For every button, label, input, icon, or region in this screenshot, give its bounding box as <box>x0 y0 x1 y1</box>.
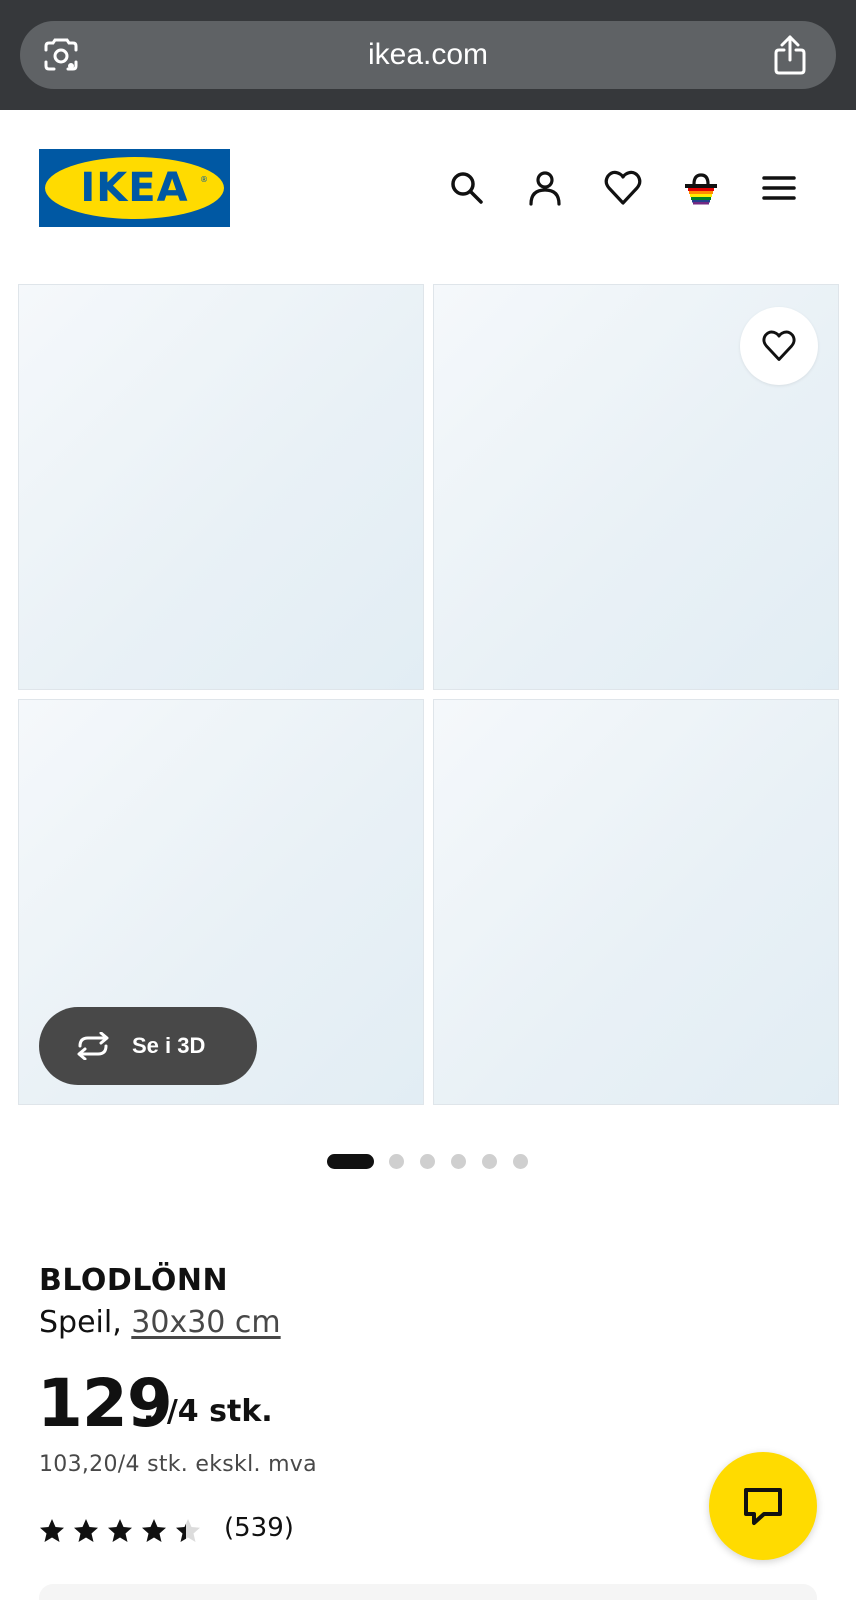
carousel-dot[interactable] <box>389 1154 404 1169</box>
product-description: Speil, 30x30 cm <box>39 1305 281 1340</box>
address-bar[interactable]: ikea.com <box>20 21 836 89</box>
carousel-dot[interactable] <box>451 1154 466 1169</box>
user-icon[interactable] <box>525 168 565 208</box>
carousel-dot[interactable] <box>513 1154 528 1169</box>
chat-button[interactable] <box>709 1452 817 1560</box>
shopping-bag-icon[interactable] <box>681 168 721 208</box>
mirror-tile <box>18 284 424 690</box>
star-icon <box>74 1519 98 1542</box>
add-to-favorites-button[interactable] <box>740 307 818 385</box>
view-in-3d-label: Se i 3D <box>132 1033 206 1058</box>
next-section-card <box>39 1584 817 1600</box>
logo-text: IKEA <box>80 165 189 211</box>
view-in-3d-button[interactable]: Se i 3D <box>39 1007 257 1085</box>
price-excl-vat: 103,20/4 stk. ekskl. mva <box>39 1452 317 1477</box>
star-half-icon <box>176 1519 200 1542</box>
search-icon[interactable] <box>447 168 487 208</box>
url-text[interactable]: ikea.com <box>20 21 836 89</box>
price-suffix: ,-/4 stk. <box>143 1394 273 1429</box>
product-size-link[interactable]: 30x30 cm <box>131 1305 280 1340</box>
share-icon[interactable] <box>772 34 808 76</box>
star-icon <box>40 1519 64 1542</box>
rotate-icon <box>77 1032 109 1060</box>
star-icon <box>108 1519 132 1542</box>
mirror-tile <box>433 699 839 1105</box>
carousel-dot-active[interactable] <box>327 1154 374 1169</box>
logo-registered-mark: ® <box>200 175 208 184</box>
menu-icon[interactable] <box>759 168 799 208</box>
carousel-dot[interactable] <box>420 1154 435 1169</box>
product-name: BLODLÖNN <box>39 1263 229 1298</box>
browser-toolbar: ikea.com <box>0 0 856 110</box>
logo-oval: IKEA ® <box>45 157 224 219</box>
heart-icon <box>762 330 796 361</box>
google-lens-icon[interactable] <box>42 38 80 74</box>
product-type: Speil, <box>39 1305 122 1340</box>
heart-icon[interactable] <box>603 168 643 208</box>
star-icon <box>142 1519 166 1542</box>
chat-icon <box>744 1488 782 1525</box>
ikea-logo[interactable]: IKEA ® <box>39 149 230 227</box>
product-image-gallery[interactable] <box>18 284 839 1106</box>
review-count[interactable]: (539) <box>224 1513 294 1543</box>
carousel-dot[interactable] <box>482 1154 497 1169</box>
